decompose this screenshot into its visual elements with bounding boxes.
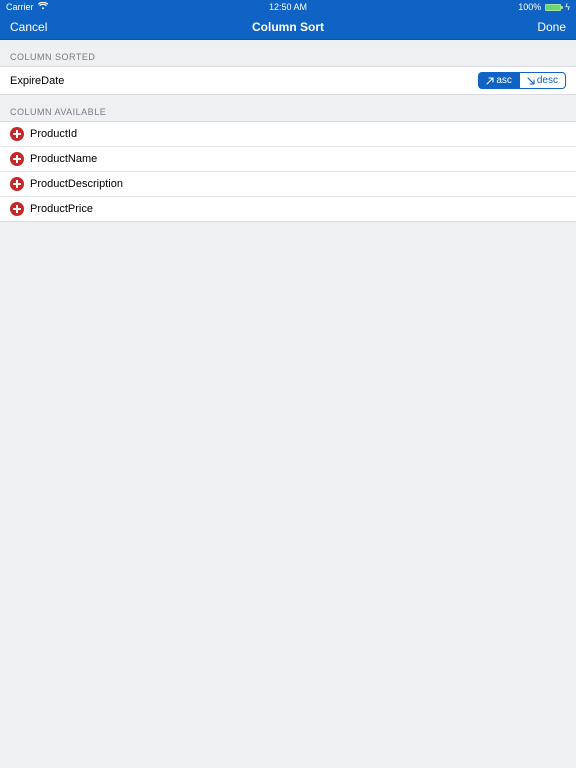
available-column-name: ProductName	[30, 153, 97, 165]
available-column-name: ProductDescription	[30, 178, 123, 190]
add-icon[interactable]	[10, 127, 24, 141]
add-icon[interactable]	[10, 152, 24, 166]
available-column-row[interactable]: ProductDescription	[0, 171, 576, 196]
available-column-name: ProductId	[30, 128, 77, 140]
page-title: Column Sort	[252, 20, 324, 34]
available-column-row[interactable]: ProductName	[0, 146, 576, 171]
available-column-row[interactable]: ProductId	[0, 121, 576, 146]
add-icon[interactable]	[10, 177, 24, 191]
charging-icon: ϟ	[565, 2, 570, 12]
wifi-icon	[38, 2, 48, 12]
sort-desc-button[interactable]: desc	[520, 72, 566, 89]
sort-asc-button[interactable]: asc	[478, 72, 520, 89]
status-bar: Carrier 12:50 AM 100% ϟ	[0, 0, 576, 14]
available-column-name: ProductPrice	[30, 203, 93, 215]
battery-percent: 100%	[518, 2, 541, 12]
arrow-down-right-icon	[527, 77, 534, 84]
section-header-sorted: COLUMN SORTED	[0, 40, 576, 66]
add-icon[interactable]	[10, 202, 24, 216]
battery-icon	[545, 4, 561, 11]
sorted-column-name: ExpireDate	[10, 75, 64, 87]
sort-direction-toggle: asc desc	[478, 72, 566, 89]
sort-desc-label: desc	[537, 75, 558, 86]
status-time: 12:50 AM	[269, 2, 307, 12]
available-columns-list: ProductId ProductName ProductDescription…	[0, 121, 576, 222]
available-column-row[interactable]: ProductPrice	[0, 196, 576, 222]
done-button[interactable]: Done	[537, 20, 566, 34]
arrow-up-right-icon	[486, 77, 493, 84]
cancel-button[interactable]: Cancel	[10, 20, 47, 34]
section-header-available: COLUMN AVAILABLE	[0, 95, 576, 121]
sorted-column-row[interactable]: ExpireDate asc desc	[0, 66, 576, 95]
nav-bar: Cancel Column Sort Done	[0, 14, 576, 40]
sort-asc-label: asc	[496, 75, 512, 86]
carrier-label: Carrier	[6, 2, 34, 12]
